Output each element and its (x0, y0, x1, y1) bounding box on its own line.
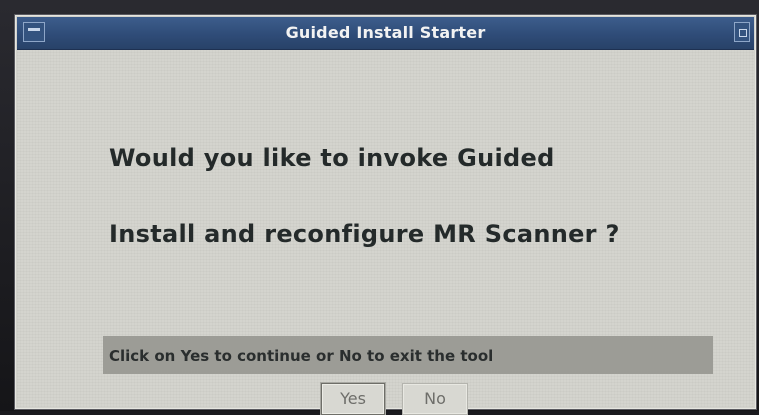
window-title: Guided Install Starter (285, 23, 486, 42)
dialog-window: Guided Install Starter Would you like to… (14, 14, 757, 415)
status-bar: Click on Yes to continue or No to exit t… (103, 336, 713, 374)
status-text: Click on Yes to continue or No to exit t… (109, 347, 494, 365)
maximize-square (739, 29, 747, 37)
question-text-line-2: Install and reconfigure MR Scanner ? (109, 220, 620, 248)
screen: Guided Install Starter Would you like to… (0, 0, 759, 415)
maximize-icon[interactable] (734, 22, 750, 42)
dialog-content: Would you like to invoke Guided Install … (17, 50, 754, 415)
no-button[interactable]: No (402, 383, 468, 415)
question-text-line-1: Would you like to invoke Guided (109, 144, 555, 172)
yes-button[interactable]: Yes (321, 383, 385, 415)
title-bar[interactable]: Guided Install Starter (17, 17, 754, 50)
